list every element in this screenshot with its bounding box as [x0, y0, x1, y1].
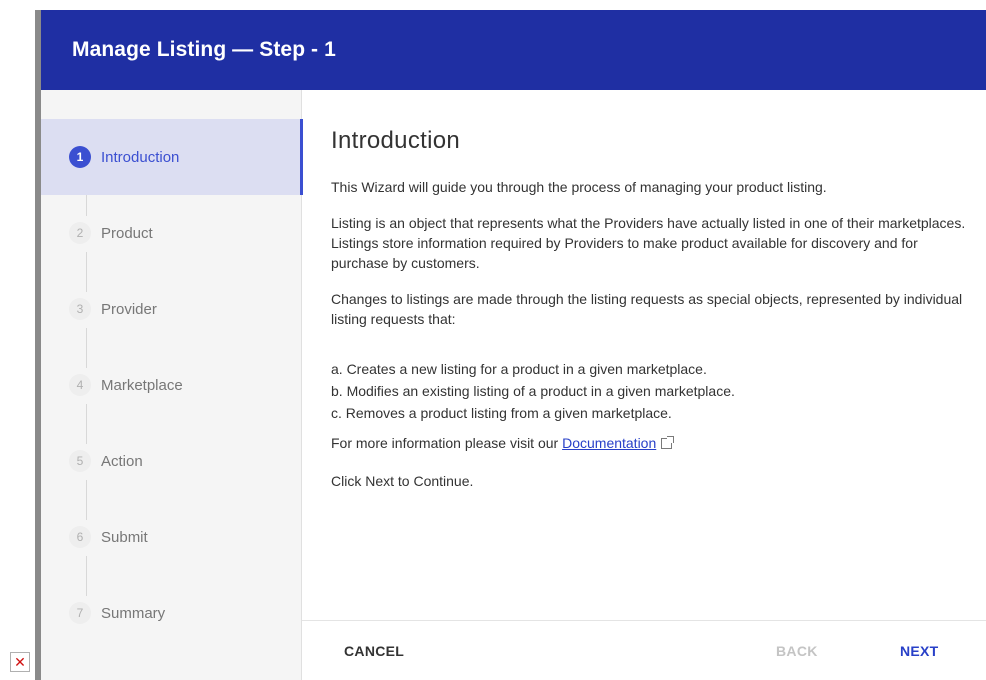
more-info-line: For more information please visit our Do… — [331, 435, 986, 451]
external-link-icon — [661, 436, 675, 449]
step-label: Summary — [101, 604, 166, 622]
list-item: c. Removes a product listing from a give… — [331, 405, 672, 421]
step-number-badge: 5 — [69, 450, 91, 472]
documentation-link[interactable]: Documentation — [562, 435, 656, 451]
manage-listing-dialog: Manage Listing — Step - 1 1 Introduction… — [35, 10, 986, 680]
step-marketplace[interactable]: 4 Marketplace — [41, 347, 302, 423]
step-content: Introduction This Wizard will guide you … — [302, 90, 986, 620]
list-item: a. Creates a new listing for a product i… — [331, 361, 707, 377]
step-summary[interactable]: 7 Summary — [41, 575, 302, 651]
wizard-steps-sidebar: 1 Introduction 2 Product 3 Provider 4 Ma… — [41, 90, 303, 680]
next-button[interactable]: NEXT — [900, 643, 939, 659]
back-button[interactable]: BACK — [776, 643, 818, 659]
step-submit[interactable]: 6 Submit — [41, 499, 302, 575]
intro-paragraph: This Wizard will guide you through the p… — [331, 179, 827, 195]
listing-changes-paragraph: Changes to listings are made through the… — [331, 291, 963, 327]
cancel-button[interactable]: CANCEL — [344, 643, 404, 659]
step-product[interactable]: 2 Product — [41, 195, 302, 271]
step-number-badge: 1 — [69, 146, 91, 168]
listing-request-types-list: a. Creates a new listing for a product i… — [331, 359, 986, 423]
list-item: b. Modifies an existing listing of a pro… — [331, 383, 735, 399]
step-label: Submit — [101, 528, 148, 546]
step-label: Action — [101, 452, 143, 470]
more-info-text: For more information please visit our — [331, 435, 563, 451]
continue-instruction: Click Next to Continue. — [331, 473, 474, 489]
step-label: Marketplace — [101, 376, 183, 394]
step-introduction[interactable]: 1 Introduction — [41, 119, 303, 195]
step-number-badge: 2 — [69, 222, 91, 244]
step-number-badge: 4 — [69, 374, 91, 396]
listing-definition-paragraph: Listing is an object that represents wha… — [331, 215, 966, 271]
step-provider[interactable]: 3 Provider — [41, 271, 302, 347]
step-number-badge: 6 — [69, 526, 91, 548]
dialog-footer: CANCEL BACK NEXT — [302, 620, 986, 680]
dialog-title: Manage Listing — Step - 1 — [72, 38, 336, 61]
dialog-header: Manage Listing — Step - 1 — [41, 10, 986, 90]
step-label: Product — [101, 224, 153, 242]
step-action[interactable]: 5 Action — [41, 423, 302, 499]
broken-image-icon: ✕ — [10, 652, 30, 672]
content-heading: Introduction — [331, 127, 461, 154]
step-number-badge: 3 — [69, 298, 91, 320]
step-number-badge: 7 — [69, 602, 91, 624]
step-label: Introduction — [101, 148, 180, 166]
step-label: Provider — [101, 300, 157, 318]
